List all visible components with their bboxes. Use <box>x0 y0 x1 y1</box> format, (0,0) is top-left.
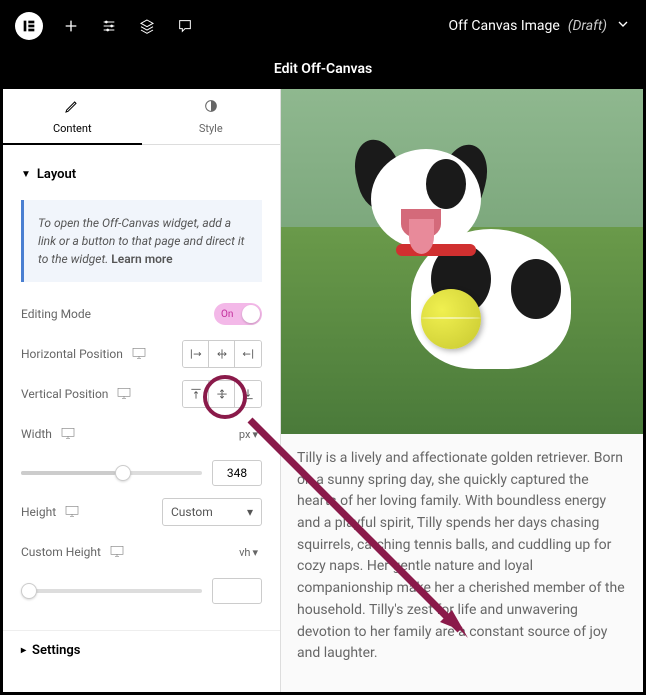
panel-title: Edit Off-Canvas <box>274 61 372 77</box>
height-label: Height <box>21 503 80 522</box>
width-row: Width px ▾ <box>21 420 262 448</box>
contrast-icon <box>203 98 219 118</box>
toolbar-right: Off Canvas Image (Draft) <box>449 16 631 36</box>
custom-height-row: Custom Height vh ▾ <box>21 538 262 566</box>
align-middle-icon <box>215 387 229 401</box>
chevron-down-icon <box>615 16 631 32</box>
caret-down-icon: ▾ <box>247 505 253 519</box>
align-left-button[interactable] <box>183 341 209 367</box>
align-right-button[interactable] <box>235 341 261 367</box>
learn-more-link[interactable]: Learn more <box>111 252 172 266</box>
draft-label: (Draft) <box>568 18 607 34</box>
custom-height-input[interactable] <box>212 578 262 604</box>
width-label: Width <box>21 425 76 444</box>
top-toolbar: Off Canvas Image (Draft) <box>3 3 643 49</box>
align-center-button[interactable] <box>209 341 235 367</box>
toggle-on-label: On <box>221 309 233 320</box>
align-top-button[interactable] <box>183 381 209 407</box>
editing-mode-toggle[interactable]: On <box>214 303 262 325</box>
vertical-position-group <box>182 380 262 408</box>
sliders-icon <box>101 18 117 34</box>
editing-mode-label: Editing Mode <box>21 307 91 321</box>
custom-height-label: Custom Height <box>21 543 125 562</box>
layout-label: Layout <box>37 167 76 182</box>
comments-button[interactable] <box>175 16 195 36</box>
info-box: To open the Off-Canvas widget, add a lin… <box>21 200 262 282</box>
horizontal-position-row: Horizontal Position <box>21 340 262 368</box>
custom-height-slider-row <box>21 578 262 604</box>
panel-header: Edit Off-Canvas <box>3 49 643 89</box>
height-select[interactable]: Custom ▾ <box>162 498 262 526</box>
desktop-icon[interactable] <box>116 385 132 404</box>
main-area: Content Style ▼ Layout To open the Off-C… <box>3 89 643 692</box>
tab-content[interactable]: Content <box>3 89 142 145</box>
pencil-icon <box>64 98 80 118</box>
tab-style[interactable]: Style <box>142 89 281 145</box>
chevron-down-icon: ▾ <box>252 546 258 559</box>
settings-label: Settings <box>32 643 80 658</box>
desktop-icon[interactable] <box>131 345 147 364</box>
structure-button[interactable] <box>137 16 157 36</box>
align-center-icon <box>215 347 229 361</box>
horizontal-position-label: Horizontal Position <box>21 345 147 364</box>
page-title: Off Canvas Image <box>449 18 560 34</box>
preview-text: Tilly is a lively and affectionate golde… <box>281 434 643 679</box>
editing-mode-row: Editing Mode On <box>21 300 262 328</box>
preview-canvas[interactable]: Tilly is a lively and affectionate golde… <box>281 89 643 692</box>
width-unit-select[interactable]: px ▾ <box>235 426 262 443</box>
desktop-icon[interactable] <box>60 425 76 444</box>
settings-button[interactable] <box>99 16 119 36</box>
desktop-icon[interactable] <box>109 543 125 562</box>
slider-thumb[interactable] <box>21 583 37 599</box>
custom-height-slider[interactable] <box>21 589 202 593</box>
align-bottom-icon <box>241 387 255 401</box>
plus-icon <box>63 18 79 34</box>
align-middle-button[interactable] <box>209 381 235 407</box>
desktop-icon[interactable] <box>64 503 80 522</box>
width-input[interactable] <box>212 460 262 486</box>
toolbar-left <box>15 12 195 40</box>
horizontal-position-group <box>182 340 262 368</box>
tab-content-label: Content <box>53 122 92 135</box>
slider-thumb[interactable] <box>115 465 131 481</box>
layout-panel: ▼ Layout To open the Off-Canvas widget, … <box>3 145 280 630</box>
vertical-position-row: Vertical Position <box>21 380 262 408</box>
caret-down-icon: ▼ <box>21 169 31 180</box>
custom-height-unit-select[interactable]: vh ▾ <box>235 544 262 561</box>
toggle-knob <box>242 305 260 323</box>
vertical-position-label: Vertical Position <box>21 385 132 404</box>
align-top-icon <box>189 387 203 401</box>
elementor-icon <box>21 18 37 34</box>
layout-section-header[interactable]: ▼ Layout <box>21 159 262 190</box>
align-right-icon <box>241 347 255 361</box>
tab-style-label: Style <box>199 122 223 135</box>
settings-section-header[interactable]: ▸ Settings <box>3 630 280 670</box>
comment-icon <box>177 18 193 34</box>
preview-image <box>281 89 643 434</box>
add-element-button[interactable] <box>61 16 81 36</box>
width-slider[interactable] <box>21 471 202 475</box>
height-row: Height Custom ▾ <box>21 498 262 526</box>
panel-tabs: Content Style <box>3 89 280 145</box>
sidebar-panel: Content Style ▼ Layout To open the Off-C… <box>3 89 281 692</box>
chevron-down-icon: ▾ <box>252 428 258 441</box>
elementor-logo[interactable] <box>15 12 43 40</box>
caret-right-icon: ▸ <box>21 645 26 656</box>
page-dropdown[interactable] <box>615 16 631 36</box>
align-bottom-button[interactable] <box>235 381 261 407</box>
width-slider-row <box>21 460 262 486</box>
layers-icon <box>139 18 155 34</box>
align-left-icon <box>189 347 203 361</box>
